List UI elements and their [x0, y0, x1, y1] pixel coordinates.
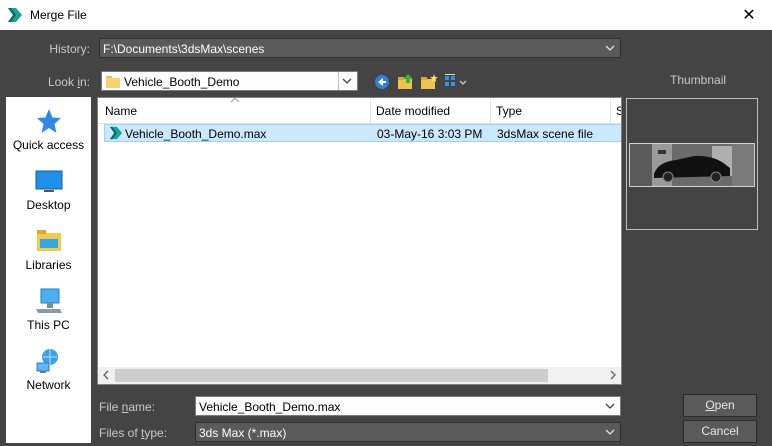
file-name-value: Vehicle_Booth_Demo.max	[199, 400, 341, 414]
file-name-input[interactable]: Vehicle_Booth_Demo.max	[195, 396, 621, 416]
place-label: Libraries	[25, 258, 72, 272]
chevron-down-icon[interactable]	[603, 399, 617, 413]
place-label: Desktop	[26, 198, 71, 212]
look-in-value: Vehicle_Booth_Demo	[124, 75, 240, 89]
thumbnail-label: Thumbnail	[670, 73, 727, 87]
column-header-size[interactable]: S	[616, 104, 621, 118]
column-header-date-modified[interactable]: Date modified	[376, 104, 450, 118]
place-label: This PC	[27, 318, 70, 332]
scrollbar-thumb[interactable]	[115, 369, 548, 382]
scroll-right-icon[interactable]	[608, 370, 618, 380]
view-menu-icon[interactable]	[444, 73, 468, 91]
cancel-button[interactable]: Cancel	[683, 420, 757, 443]
scene-thumbnail-image	[629, 143, 755, 187]
horizontal-scrollbar[interactable]	[98, 367, 621, 384]
look-in-label: Look in:	[47, 75, 90, 89]
scroll-left-icon[interactable]	[101, 370, 111, 380]
3dsmax-app-icon	[8, 8, 22, 22]
desktop-icon	[35, 170, 62, 192]
folder-icon	[106, 76, 120, 88]
sort-ascending-icon	[230, 98, 240, 103]
up-folder-icon[interactable]	[397, 73, 415, 91]
column-divider[interactable]	[370, 98, 371, 124]
place-libraries[interactable]: Libraries	[6, 227, 91, 287]
file-type-dropdown[interactable]: 3ds Max (*.max)	[195, 422, 621, 442]
file-list[interactable]: Name Date modified Type S Vehicle_Booth_…	[97, 97, 622, 385]
column-divider[interactable]	[610, 98, 611, 124]
libraries-icon	[36, 230, 61, 251]
file-type-cell: 3dsMax scene file	[497, 127, 594, 141]
file-date-cell: 03-May-16 3:03 PM	[377, 127, 483, 141]
history-dropdown[interactable]: F:\Documents\3dsMax\scenes	[99, 38, 621, 58]
close-icon: ✕	[742, 7, 756, 24]
back-icon[interactable]	[373, 73, 391, 91]
file-name-label: File name:	[99, 400, 156, 414]
file-list-header: Name Date modified Type S	[98, 98, 621, 124]
place-label: Quick access	[12, 138, 85, 152]
this-pc-icon	[35, 288, 62, 313]
dropdown-divider	[338, 72, 339, 90]
file-row[interactable]: Vehicle_Booth_Demo.max 03-May-16 3:03 PM…	[104, 124, 621, 142]
window-title: Merge File	[30, 8, 87, 22]
max-file-icon	[109, 126, 123, 140]
place-desktop[interactable]: Desktop	[6, 167, 91, 227]
look-in-dropdown[interactable]: Vehicle_Booth_Demo	[101, 71, 358, 91]
chevron-down-icon	[605, 429, 615, 435]
history-value: F:\Documents\3dsMax\scenes	[103, 42, 265, 56]
new-folder-icon[interactable]	[420, 73, 438, 91]
close-button[interactable]: ✕	[726, 0, 772, 30]
places-sidebar: Quick access Desktop Libraries This PC N…	[6, 97, 91, 443]
network-icon	[36, 349, 58, 373]
quick-access-star-icon	[36, 109, 61, 133]
file-type-value: 3ds Max (*.max)	[199, 426, 287, 440]
history-label: History:	[49, 42, 90, 56]
open-button[interactable]: Open	[683, 394, 757, 417]
place-this-pc[interactable]: This PC	[6, 287, 91, 347]
column-header-type[interactable]: Type	[496, 104, 522, 118]
title-bar: Merge File ✕	[0, 0, 772, 30]
file-type-label: Files of type:	[99, 426, 168, 440]
chevron-down-icon	[605, 45, 615, 51]
place-network[interactable]: Network	[6, 347, 91, 407]
chevron-down-icon	[342, 78, 352, 84]
column-header-name[interactable]: Name	[105, 104, 137, 118]
place-label: Network	[26, 378, 71, 392]
thumbnail-frame	[626, 98, 758, 230]
place-quick-access[interactable]: Quick access	[6, 107, 91, 167]
file-name-cell: Vehicle_Booth_Demo.max	[125, 127, 267, 141]
column-divider[interactable]	[490, 98, 491, 124]
